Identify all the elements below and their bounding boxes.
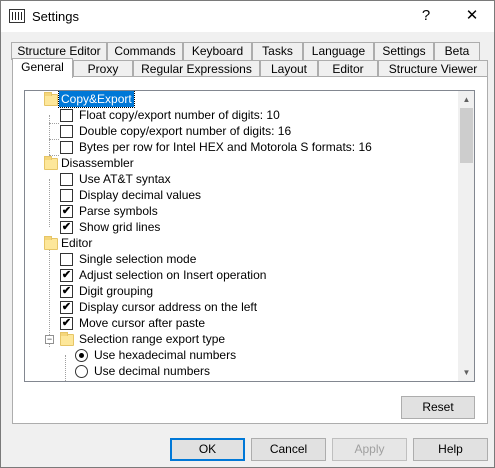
item-label: Move cursor after paste: [79, 316, 206, 330]
item-label: Use AT&T syntax: [79, 172, 171, 186]
tree-line: [49, 123, 59, 124]
checkbox-display-decimal[interactable]: [60, 189, 73, 202]
tab-keyboard[interactable]: Keyboard: [183, 42, 252, 60]
checkbox-att-syntax[interactable]: [60, 173, 73, 186]
checkbox-single-selection[interactable]: [60, 253, 73, 266]
settings-dialog: Settings ? ✕ Structure Editor Commands K…: [0, 0, 495, 468]
tab-language[interactable]: Language: [303, 42, 374, 60]
checkbox-show-grid[interactable]: ✔: [60, 221, 73, 234]
folder-icon: [44, 156, 58, 170]
folder-icon: [44, 92, 58, 106]
tab-settings[interactable]: Settings: [374, 42, 434, 60]
scroll-thumb[interactable]: [460, 108, 473, 163]
ok-button[interactable]: OK: [170, 438, 245, 461]
item-label: Adjust selection on Insert operation: [79, 268, 267, 282]
tab-tasks[interactable]: Tasks: [252, 42, 303, 60]
help-title-button[interactable]: ?: [411, 5, 441, 27]
checkbox-bytes-per-row[interactable]: [60, 141, 73, 154]
settings-tree[interactable]: Copy&Export Float copy/export number of …: [24, 90, 475, 382]
tree-scrollbar[interactable]: ▲ ▼: [458, 91, 474, 381]
tree-content: Copy&Export Float copy/export number of …: [25, 91, 458, 381]
reset-button[interactable]: Reset: [401, 396, 475, 419]
window-title: Settings: [32, 9, 79, 24]
checkbox-adjust-selection[interactable]: ✔: [60, 269, 73, 282]
tree-line: [49, 179, 50, 227]
close-button[interactable]: ✕: [457, 5, 487, 27]
folder-icon: [60, 332, 74, 346]
tree-line: [49, 243, 50, 347]
item-label: Display decimal values: [79, 188, 202, 202]
general-tab-panel: Copy&Export Float copy/export number of …: [12, 76, 488, 424]
scroll-down-icon[interactable]: ▼: [458, 364, 474, 381]
item-label: Parse symbols: [79, 204, 158, 218]
checkbox-display-cursor-address[interactable]: ✔: [60, 301, 73, 314]
folder-icon: [44, 236, 58, 250]
item-label: Use hexadecimal numbers: [94, 348, 237, 362]
group-label: Copy&Export: [58, 91, 135, 108]
radio-use-hex[interactable]: [75, 349, 88, 362]
checkbox-move-cursor[interactable]: ✔: [60, 317, 73, 330]
help-button[interactable]: Help: [413, 438, 488, 461]
checkbox-digit-grouping[interactable]: ✔: [60, 285, 73, 298]
item-label: Selection range export type: [79, 332, 226, 346]
title-bar: Settings ? ✕: [1, 1, 494, 32]
tree-line: [65, 355, 66, 381]
item-label: Bytes per row for Intel HEX and Motorola…: [79, 140, 372, 154]
item-label: Use decimal numbers: [94, 364, 211, 378]
item-label: Double copy/export number of digits: 16: [79, 124, 292, 138]
tab-commands[interactable]: Commands: [107, 42, 183, 60]
checkbox-double-digits[interactable]: [60, 125, 73, 138]
group-label: Disassembler: [61, 156, 134, 170]
item-label: Display cursor address on the left: [79, 300, 258, 314]
item-label: Digit grouping: [79, 284, 154, 298]
tree-line: [49, 139, 59, 140]
checkbox-parse-symbols[interactable]: ✔: [60, 205, 73, 218]
item-label: Float copy/export number of digits: 10: [79, 108, 280, 122]
apply-button[interactable]: Apply: [332, 438, 407, 461]
item-label: Show grid lines: [79, 220, 161, 234]
scroll-up-icon[interactable]: ▲: [458, 91, 474, 108]
radio-use-decimal[interactable]: [75, 365, 88, 378]
tab-beta[interactable]: Beta: [434, 42, 480, 60]
tab-general[interactable]: General: [12, 58, 73, 78]
group-label: Editor: [61, 236, 93, 250]
cancel-button[interactable]: Cancel: [251, 438, 326, 461]
collapse-toggle[interactable]: −: [45, 335, 54, 344]
item-label: Single selection mode: [79, 252, 197, 266]
app-icon: [9, 9, 25, 23]
checkbox-float-digits[interactable]: [60, 109, 73, 122]
